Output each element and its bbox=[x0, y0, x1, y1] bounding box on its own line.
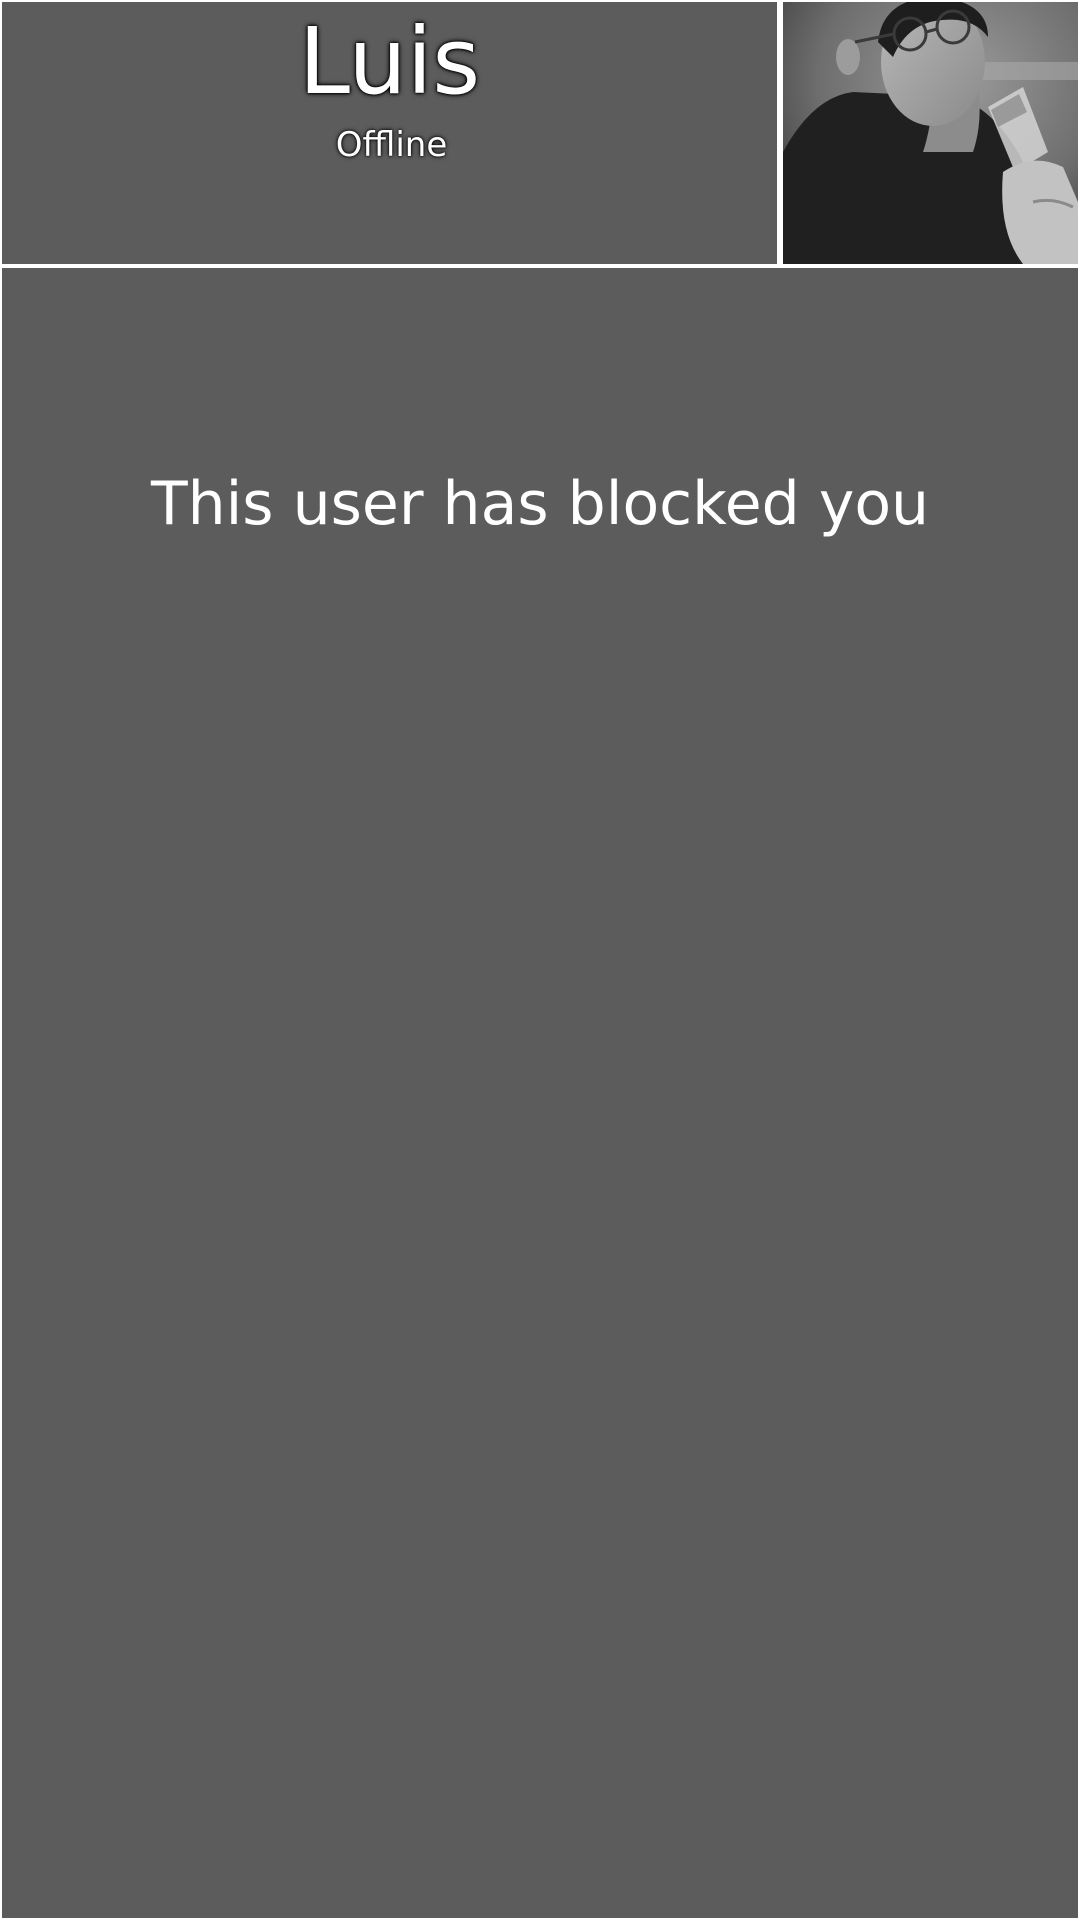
message-area: This user has blocked you bbox=[2, 268, 1078, 1918]
chat-header: Luis Offline bbox=[2, 2, 777, 264]
contact-name: Luis bbox=[298, 8, 481, 115]
avatar-photo bbox=[783, 2, 1078, 264]
blocked-message: This user has blocked you bbox=[150, 469, 930, 539]
contact-avatar[interactable] bbox=[783, 2, 1078, 264]
contact-status: Offline bbox=[335, 125, 448, 165]
